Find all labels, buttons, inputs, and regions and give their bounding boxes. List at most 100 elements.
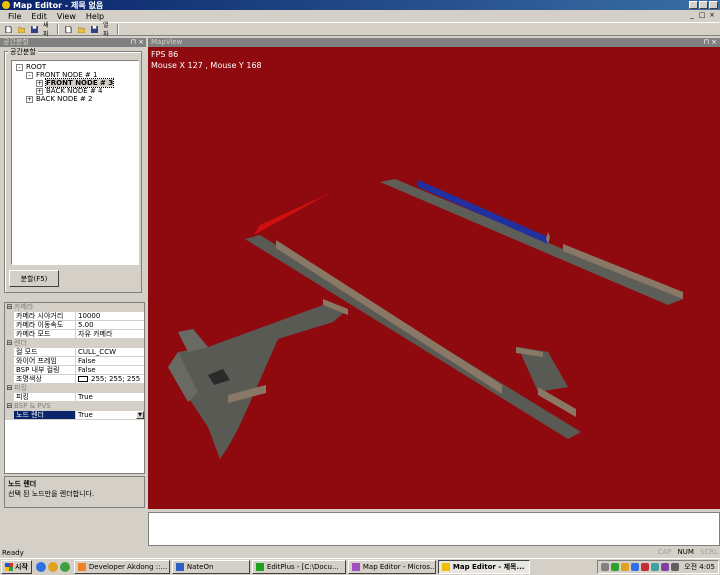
dropdown-arrow-icon[interactable]: ▼ <box>136 411 144 419</box>
color-swatch[interactable] <box>78 376 88 382</box>
property-value[interactable]: CULL_CCW <box>76 348 144 356</box>
output-pane[interactable] <box>148 512 720 546</box>
num-indicator: NUM <box>677 548 694 556</box>
task-label: NateOn <box>186 563 214 571</box>
collapse-icon[interactable]: - <box>26 71 33 79</box>
taskbar: 시작 Developer Akdong ::... NateOn EditPlu… <box>0 558 720 575</box>
tray-icon[interactable] <box>611 563 620 571</box>
task-label: Developer Akdong ::... <box>88 563 168 571</box>
tray-icon[interactable] <box>661 563 670 571</box>
collapse-icon[interactable]: ⊟ <box>5 339 14 348</box>
new-map-button[interactable]: 새파 <box>42 22 53 38</box>
mdi-close-icon[interactable]: × <box>708 11 716 19</box>
visual-studio-icon <box>351 563 360 571</box>
mouse-readout: Mouse X 127 , Mouse Y 168 <box>151 61 262 70</box>
category-picking[interactable]: ⊟ 피킹 <box>5 384 144 393</box>
property-name: 피킹 <box>14 393 76 401</box>
collapse-icon[interactable]: ⊟ <box>5 384 14 393</box>
property-value[interactable]: 10000 <box>76 312 144 320</box>
open-file-button[interactable] <box>16 24 27 34</box>
tray-icon[interactable] <box>651 563 660 571</box>
task-developer-akdong[interactable]: Developer Akdong ::... <box>73 560 170 574</box>
collapse-icon[interactable]: - <box>16 63 23 71</box>
save-file-button[interactable] <box>29 24 40 34</box>
property-value[interactable]: 자유 카메라 <box>76 330 144 338</box>
map-3d-scene <box>168 179 683 459</box>
property-value[interactable]: True ▼ <box>76 411 144 419</box>
collapse-icon[interactable]: ⊟ <box>5 402 14 411</box>
title-bar: Map Editor - 제목 없음 <box>0 0 720 10</box>
tray-icon[interactable] <box>601 563 610 571</box>
property-value[interactable]: True <box>76 393 144 401</box>
menu-file[interactable]: File <box>4 12 25 21</box>
expand-icon[interactable]: + <box>26 95 33 103</box>
expand-icon[interactable]: + <box>36 79 43 87</box>
property-value[interactable]: 255; 255; 255 <box>76 375 144 383</box>
close-button[interactable] <box>709 1 718 9</box>
ie-icon[interactable] <box>35 562 46 572</box>
tree-node-back-4[interactable]: + BACK NODE # 4 <box>14 87 136 95</box>
property-row[interactable]: 컬 모드 CULL_CCW <box>5 348 144 357</box>
explorer-icon[interactable] <box>47 562 58 572</box>
new-file-button-2[interactable] <box>63 24 74 34</box>
tree-node-back-2[interactable]: + BACK NODE # 2 <box>14 95 136 103</box>
bsp-tree-view[interactable]: - ROOT - FRONT NODE # 1 + FRONT NODE # 3… <box>11 60 139 265</box>
panel-pin-close-icon[interactable]: ⊓ × <box>703 38 717 47</box>
save-file-button-2[interactable] <box>89 24 100 34</box>
mdi-minimize-icon[interactable]: _ <box>688 11 696 19</box>
panel-pin-close-icon[interactable]: ⊓ × <box>130 38 144 47</box>
menu-view[interactable]: View <box>53 12 80 21</box>
minimize-button[interactable] <box>689 1 698 9</box>
property-value[interactable]: 5.00 <box>76 321 144 329</box>
property-row[interactable]: 노드 렌더 True ▼ <box>5 411 144 420</box>
property-row[interactable]: 카메라 이동속도 5.00 <box>5 321 144 330</box>
map-viewport[interactable]: FPS 86 Mouse X 127 , Mouse Y 168 <box>148 47 720 509</box>
maximize-button[interactable] <box>699 1 708 9</box>
property-name: 조명색상 <box>14 375 76 383</box>
collapse-icon[interactable]: ⊟ <box>5 303 14 312</box>
mdi-restore-icon[interactable]: □ <box>698 11 706 19</box>
task-map-editor-vs[interactable]: Map Editor - Micros... <box>347 560 436 574</box>
category-camera[interactable]: ⊟ 카메라 <box>5 303 144 312</box>
tree-node-front-3[interactable]: + FRONT NODE # 3 <box>14 78 136 88</box>
tray-icon[interactable] <box>641 563 650 571</box>
property-row[interactable]: 카메라 시야거리 10000 <box>5 312 144 321</box>
category-label: 피킹 <box>14 384 27 392</box>
description-text: 선택 된 노드만을 렌더합니다. <box>8 490 95 498</box>
property-row[interactable]: 카메라 모드 자유 카메라 <box>5 330 144 339</box>
browser-icon <box>77 563 86 571</box>
category-render[interactable]: ⊟ 렌더 <box>5 339 144 348</box>
open-file-button-2[interactable] <box>76 24 87 34</box>
property-row[interactable]: 조명색상 255; 255; 255 <box>5 375 144 384</box>
task-label: EditPlus - [C:\Docu... <box>266 563 339 571</box>
property-value[interactable]: False <box>76 357 144 365</box>
new-file-button[interactable] <box>3 24 14 34</box>
task-nateon[interactable]: NateOn <box>171 560 250 574</box>
tree-node-root[interactable]: - ROOT <box>14 63 136 71</box>
category-label: 렌더 <box>14 339 27 347</box>
dropdown-value: True <box>78 411 93 419</box>
tray-icon[interactable] <box>621 563 630 571</box>
task-map-editor[interactable]: Map Editor - 제목... <box>437 560 530 574</box>
split-button[interactable]: 분할(F5) <box>9 270 59 287</box>
mapview-header: MapView ⊓ × <box>148 38 720 47</box>
clock[interactable]: 오전 4:05 <box>684 562 715 572</box>
desktop-icon[interactable] <box>59 562 70 572</box>
tray-icon[interactable] <box>631 563 640 571</box>
property-row[interactable]: 피킹 True <box>5 393 144 402</box>
map-wall <box>563 244 683 299</box>
tree-node-label: FRONT NODE # 1 <box>36 71 98 79</box>
property-row[interactable]: 와이어 프레임 False <box>5 357 144 366</box>
expand-icon[interactable]: + <box>36 87 43 95</box>
speaker-icon[interactable] <box>671 563 680 571</box>
category-label: 카메라 <box>14 303 34 311</box>
open-map-button[interactable]: 열파 <box>102 22 113 38</box>
tree-node-front-1[interactable]: - FRONT NODE # 1 <box>14 71 136 79</box>
property-row[interactable]: BSP 내부 컬링 False <box>5 366 144 375</box>
task-label: Map Editor - 제목... <box>452 563 525 571</box>
category-bsp-pvs[interactable]: ⊟ BSP & PVS <box>5 402 144 411</box>
property-value[interactable]: False <box>76 366 144 374</box>
start-button[interactable]: 시작 <box>1 560 32 574</box>
property-grid[interactable]: ⊟ 카메라 카메라 시야거리 10000 카메라 이동속도 5.00 카메라 모드 자유… <box>4 302 145 474</box>
task-editplus[interactable]: EditPlus - [C:\Docu... <box>251 560 346 574</box>
